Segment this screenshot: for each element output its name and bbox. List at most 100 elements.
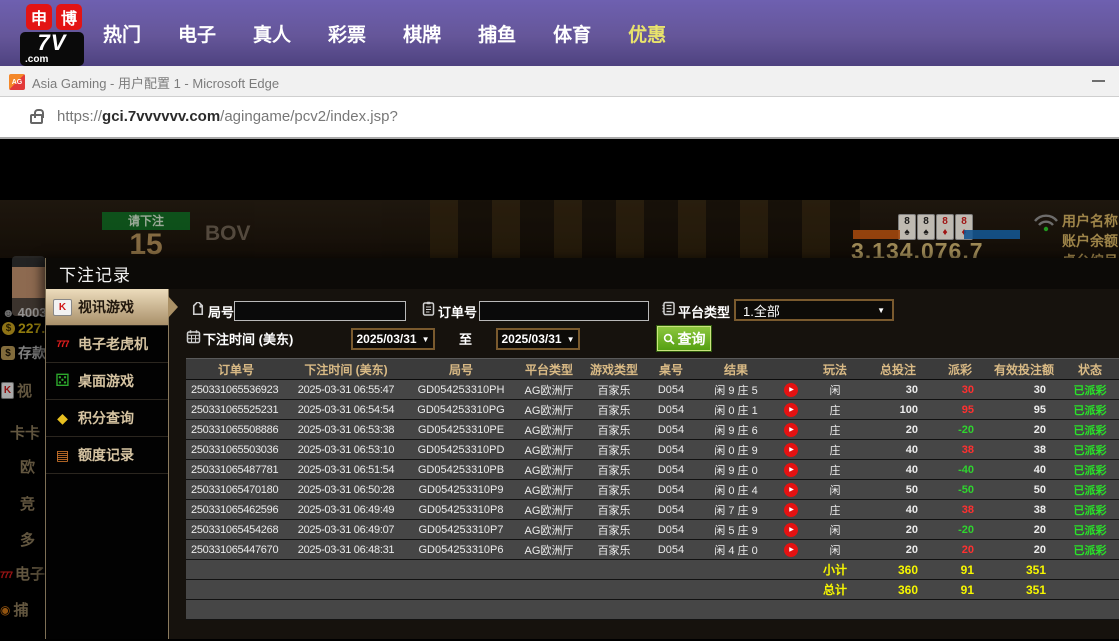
play-video-icon[interactable] bbox=[784, 483, 798, 497]
cell-result: 闲 4 庄 0 bbox=[696, 540, 776, 560]
cell-result: 闲 7 庄 9 bbox=[696, 500, 776, 520]
cell-payout: -20 bbox=[932, 520, 988, 540]
cell-table-no: D054 bbox=[646, 420, 696, 440]
cell-bet-time: 2025-03-31 06:49:07 bbox=[286, 520, 406, 540]
background-menu-item: 竞 bbox=[17, 493, 35, 514]
play-video-icon[interactable] bbox=[784, 443, 798, 457]
cell-order-no: 250331065447670 bbox=[186, 540, 286, 560]
sidebar-item[interactable]: 额度记录 bbox=[46, 437, 168, 474]
table-header-cell: 局号 bbox=[406, 359, 516, 380]
casino-background: 请下注 15 BOV 8♠8♠8♦8♦ 3,134,076.7 用户名称账户余额… bbox=[0, 200, 1119, 258]
play-video-icon[interactable] bbox=[784, 523, 798, 537]
cell-status: 已派彩 bbox=[1060, 500, 1119, 520]
play-video-icon[interactable] bbox=[784, 543, 798, 557]
total-valid: 351 bbox=[988, 580, 1060, 600]
date-to-select[interactable]: 2025/03/31 ▼ bbox=[496, 328, 580, 350]
nav-item[interactable]: 热门 bbox=[103, 20, 141, 47]
url-text[interactable]: https://gci.7vvvvvv.com/agingame/pcv2/in… bbox=[57, 108, 398, 125]
nav-item[interactable]: 电子 bbox=[178, 20, 216, 47]
round-no-input[interactable] bbox=[234, 301, 406, 321]
wifi-icon bbox=[1033, 213, 1059, 233]
logo-badge-shen: 申 bbox=[26, 4, 52, 30]
nav-item[interactable]: 棋牌 bbox=[403, 20, 441, 47]
playing-card: 8♦ bbox=[936, 214, 954, 240]
cell-result: 闲 0 庄 4 bbox=[696, 480, 776, 500]
cell-platform: AG欧洲厅 bbox=[516, 460, 582, 480]
sidebar-item-label: 视讯游戏 bbox=[78, 297, 134, 317]
cell-bet-time: 2025-03-31 06:54:54 bbox=[286, 400, 406, 420]
cell-round-no: GD054253310P9 bbox=[406, 480, 516, 500]
cell-valid-bet: 30 bbox=[988, 380, 1060, 400]
table-header-cell: 总投注 bbox=[864, 359, 932, 380]
sidebar-item[interactable]: 积分查询 bbox=[46, 400, 168, 437]
address-bar[interactable]: https://gci.7vvvvvv.com/agingame/pcv2/in… bbox=[0, 97, 1119, 139]
cell-result: 闲 9 庄 5 bbox=[696, 380, 776, 400]
total-label: 总计 bbox=[806, 580, 864, 600]
table-header-cell: 订单号 bbox=[186, 359, 286, 380]
tag-icon bbox=[191, 302, 206, 317]
cell-status: 已派彩 bbox=[1060, 420, 1119, 440]
window-titlebar: AG Asia Gaming - 用户配置 1 - Microsoft Edge bbox=[0, 66, 1119, 97]
nav-item[interactable]: 优惠 bbox=[628, 20, 666, 47]
cell-play-type: 闲 bbox=[806, 480, 864, 500]
cell-status: 已派彩 bbox=[1060, 460, 1119, 480]
dice-icon bbox=[53, 371, 72, 391]
cell-result: 闲 9 庄 0 bbox=[696, 460, 776, 480]
play-video-icon[interactable] bbox=[784, 423, 798, 437]
window-title: Asia Gaming - 用户配置 1 - Microsoft Edge bbox=[32, 73, 279, 92]
cell-platform: AG欧洲厅 bbox=[516, 400, 582, 420]
slots-icon bbox=[0, 565, 12, 582]
cell-play-type: 闲 bbox=[806, 380, 864, 400]
nav-item[interactable]: 体育 bbox=[553, 20, 591, 47]
site-navbar: 申 博 7V .com 热门 电子 真人 彩票 棋牌 捕鱼 体育 优惠 bbox=[0, 0, 1119, 66]
bet-records-modal: 下注记录 视讯游戏 电子老虎机 桌面游戏 bbox=[45, 258, 1119, 639]
play-video-icon[interactable] bbox=[784, 383, 798, 397]
cell-play-type: 闲 bbox=[806, 520, 864, 540]
round-no-label: 局号 bbox=[208, 302, 234, 321]
sidebar-item-label: 额度记录 bbox=[78, 445, 134, 465]
playing-card: 8♠ bbox=[917, 214, 935, 240]
cell-game-type: 百家乐 bbox=[582, 460, 646, 480]
nav-item[interactable]: 彩票 bbox=[328, 20, 366, 47]
bet-record-row: 250331065470180 2025-03-31 06:50:28 GD05… bbox=[186, 480, 1119, 500]
background-menu-item: 卡卡 bbox=[7, 422, 40, 443]
cell-order-no: 250331065487781 bbox=[186, 460, 286, 480]
play-video-icon[interactable] bbox=[784, 463, 798, 477]
playing-card: 8♠ bbox=[898, 214, 916, 240]
lock-icon[interactable] bbox=[30, 114, 43, 124]
minimize-button[interactable] bbox=[1092, 80, 1105, 82]
account-info-label: 账户余额 bbox=[1062, 231, 1118, 251]
order-no-input[interactable] bbox=[479, 301, 649, 321]
platform-type-select[interactable]: 1.全部 ▼ bbox=[734, 299, 894, 321]
cell-game-type: 百家乐 bbox=[582, 520, 646, 540]
dealt-cards: 8♠8♠8♦8♦ bbox=[898, 214, 973, 240]
gem-icon bbox=[53, 410, 72, 427]
site-logo[interactable]: 申 博 7V .com bbox=[18, 4, 90, 64]
nav-item[interactable]: 真人 bbox=[253, 20, 291, 47]
list-icon bbox=[661, 301, 676, 316]
cell-bet-time: 2025-03-31 06:49:49 bbox=[286, 500, 406, 520]
date-from-select[interactable]: 2025/03/31 ▼ bbox=[351, 328, 435, 350]
cell-bet-time: 2025-03-31 06:48:31 bbox=[286, 540, 406, 560]
cell-result: 闲 0 庄 1 bbox=[696, 400, 776, 420]
search-button[interactable]: 查询 bbox=[657, 326, 711, 351]
cell-round-no: GD054253310PE bbox=[406, 420, 516, 440]
bet-record-row: 250331065487781 2025-03-31 06:51:54 GD05… bbox=[186, 460, 1119, 480]
total-row: 总计 360 91 351 bbox=[186, 580, 1119, 600]
cell-status: 已派彩 bbox=[1060, 440, 1119, 460]
sidebar-item[interactable]: 桌面游戏 bbox=[46, 363, 168, 400]
cell-payout: 20 bbox=[932, 540, 988, 560]
bet-record-row: 250331065525231 2025-03-31 06:54:54 GD05… bbox=[186, 400, 1119, 420]
cell-order-no: 250331065470180 bbox=[186, 480, 286, 500]
subtotal-bet: 360 bbox=[864, 560, 932, 580]
nav-item[interactable]: 捕鱼 bbox=[478, 20, 516, 47]
play-video-icon[interactable] bbox=[784, 403, 798, 417]
sidebar-item[interactable]: 视讯游戏 bbox=[46, 289, 168, 326]
play-video-icon[interactable] bbox=[784, 503, 798, 517]
cell-game-type: 百家乐 bbox=[582, 400, 646, 420]
cell-platform: AG欧洲厅 bbox=[516, 440, 582, 460]
cell-order-no: 250331065462596 bbox=[186, 500, 286, 520]
bet-record-row: 250331065462596 2025-03-31 06:49:49 GD05… bbox=[186, 500, 1119, 520]
sidebar-item[interactable]: 电子老虎机 bbox=[46, 326, 168, 363]
cell-bet-time: 2025-03-31 06:53:10 bbox=[286, 440, 406, 460]
